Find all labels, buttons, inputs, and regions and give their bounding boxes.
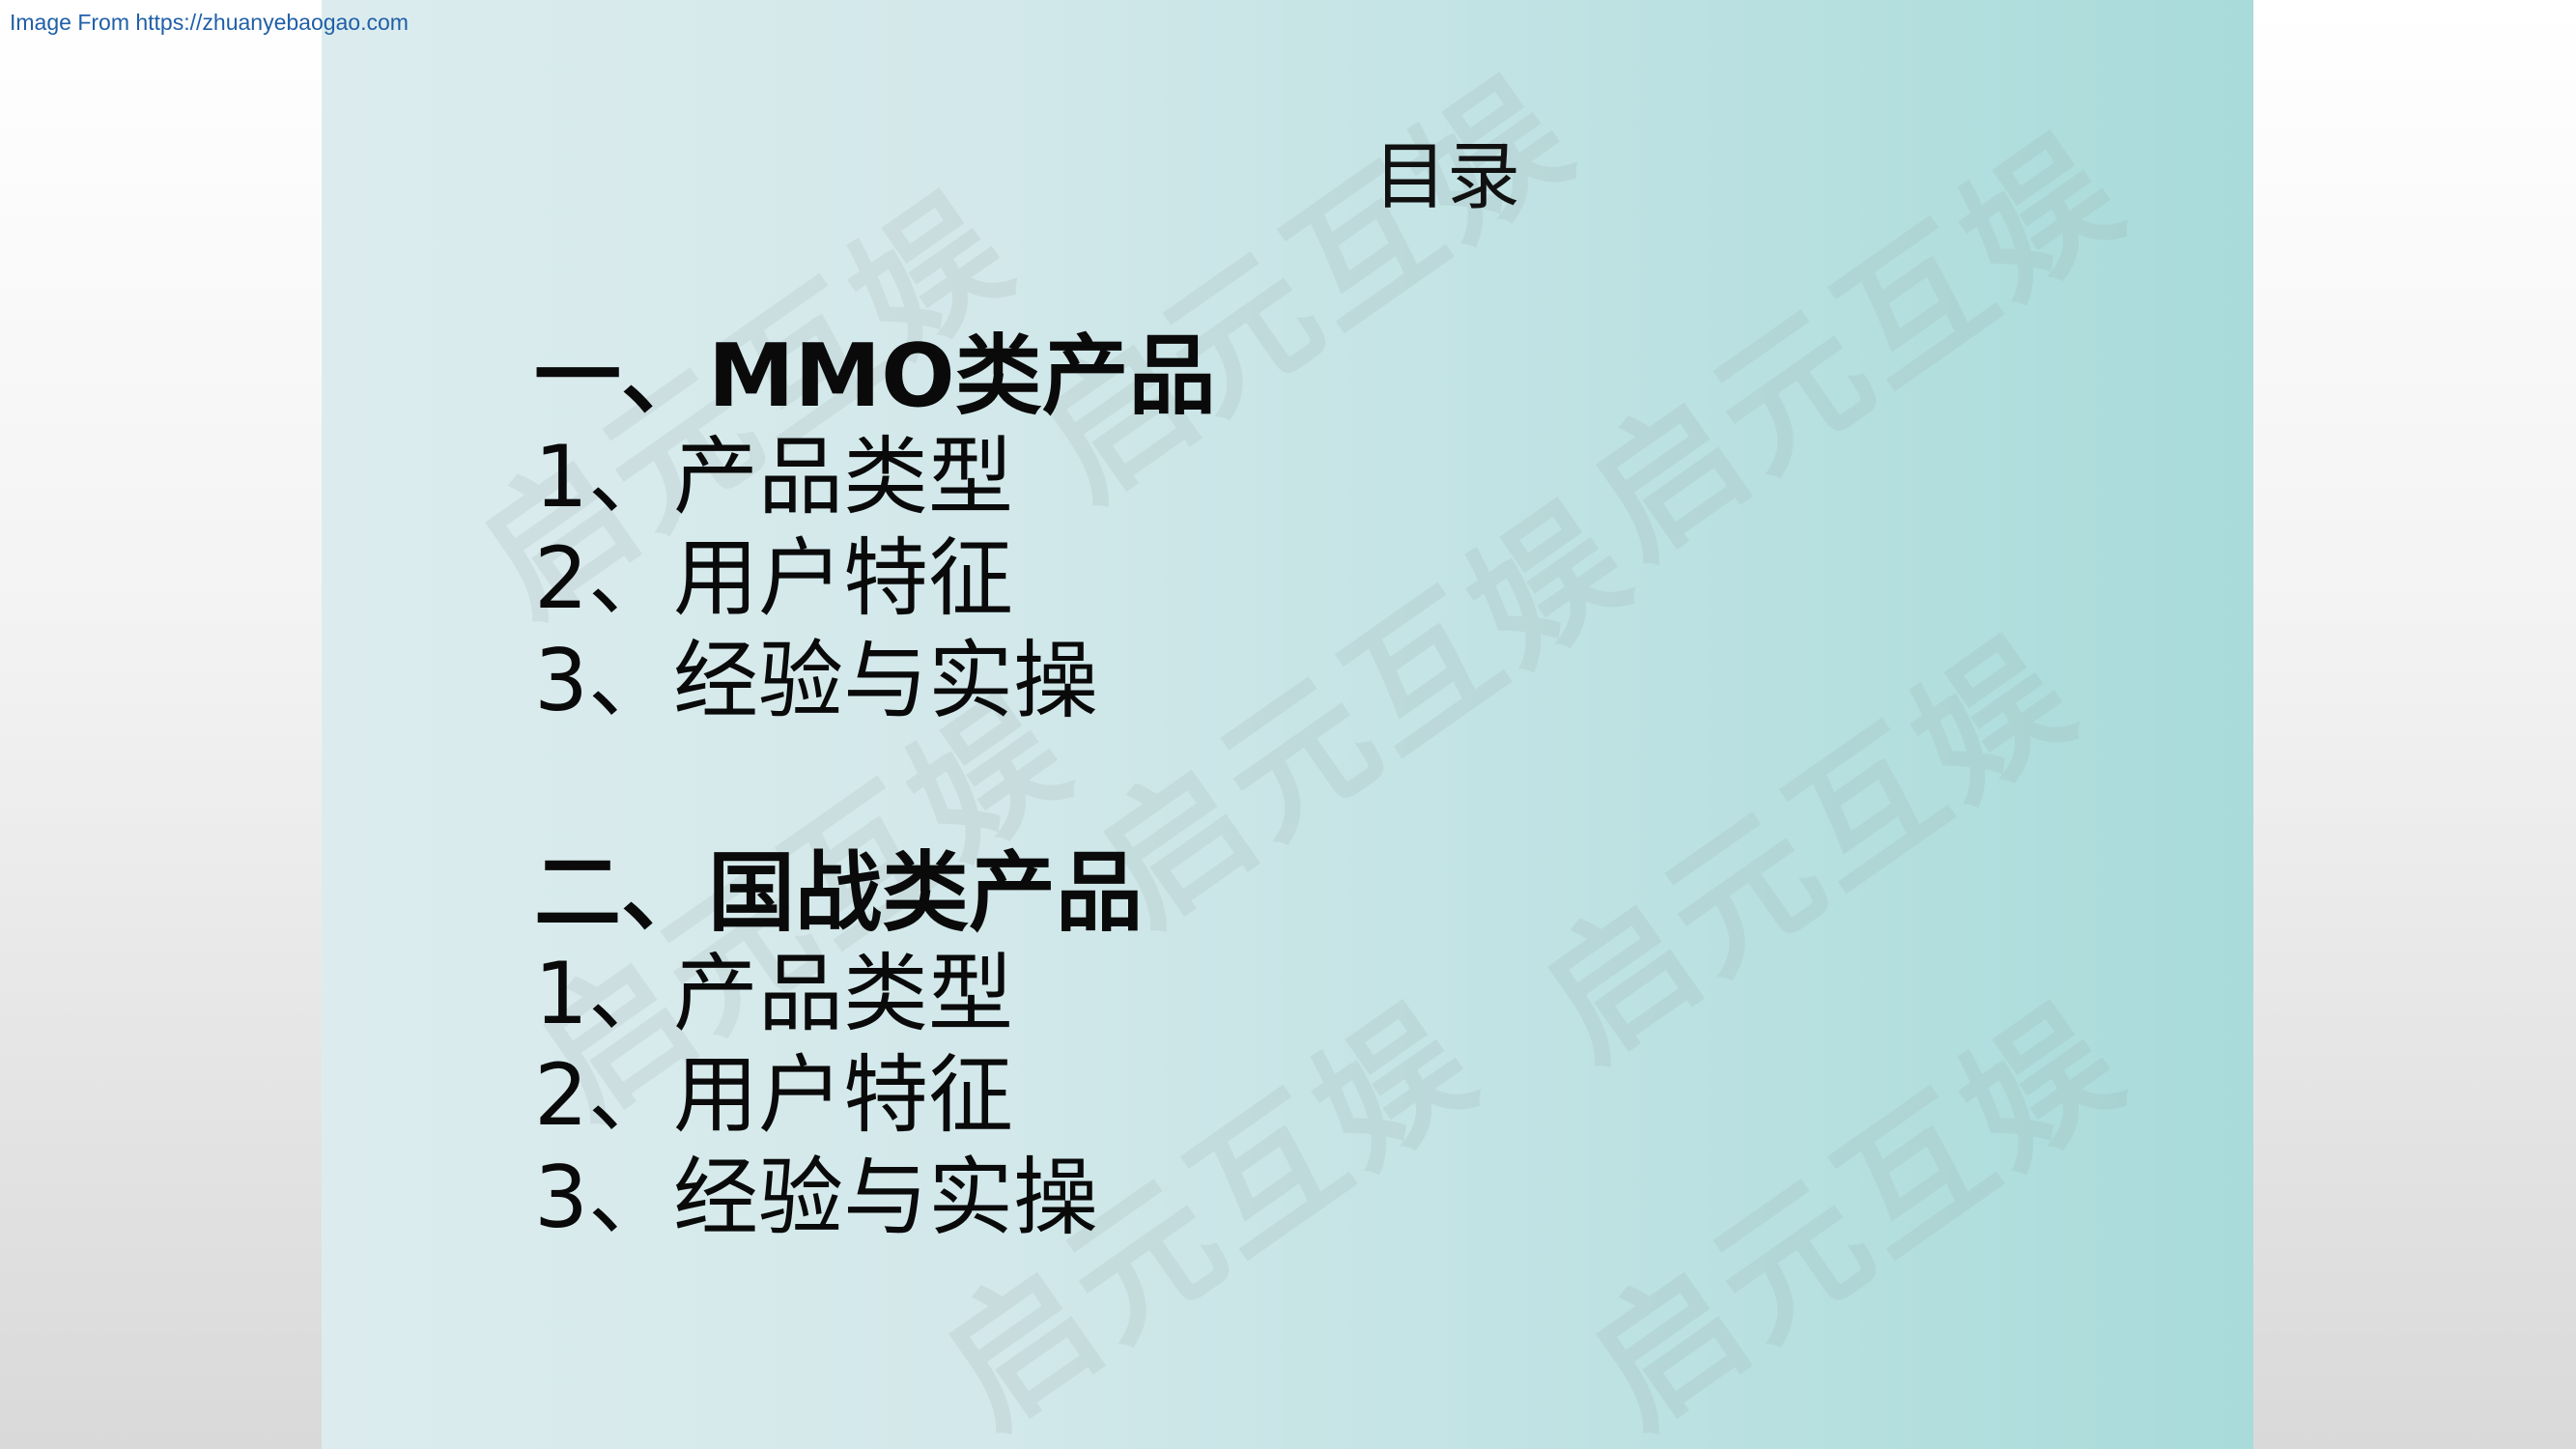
section-guozhan: 二、国战类产品 1、产品类型 2、用户特征 3、经验与实操	[534, 842, 1143, 1249]
list-item: 3、经验与实操	[534, 1147, 1098, 1247]
list-item: 2、用户特征	[534, 1045, 1013, 1146]
section-heading: 二、国战类产品	[534, 842, 1143, 944]
section-mmo: 一、MMO类产品 1、产品类型 2、用户特征 3、经验与实操	[534, 326, 1216, 732]
section-heading: 一、MMO类产品	[534, 326, 1216, 427]
list-item: 3、经验与实操	[534, 630, 1098, 730]
list-item: 2、用户特征	[534, 528, 1013, 629]
slide-title: 目录	[1373, 133, 1520, 219]
list-item: 1、产品类型	[534, 426, 1013, 526]
slide: 启元互娱 启元互娱 启元互娱 启元互娱 启元互娱 启元互娱 启元互娱 启元互娱 …	[322, 0, 2253, 1449]
source-label[interactable]: Image From https://zhuanyebaogao.com	[10, 10, 409, 37]
list-item: 1、产品类型	[534, 943, 1013, 1043]
